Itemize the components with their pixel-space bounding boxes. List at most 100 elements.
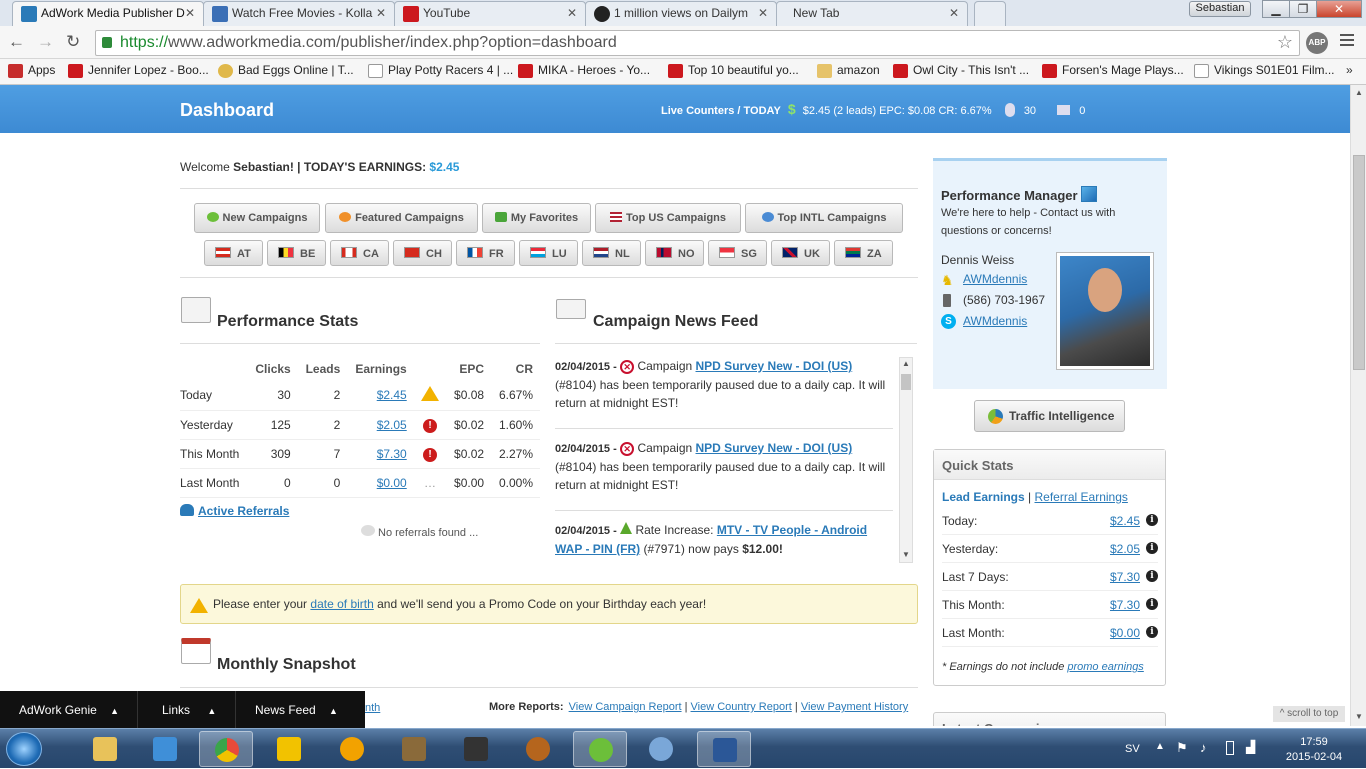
maximize-button[interactable]: ❐: [1289, 0, 1317, 18]
info-icon[interactable]: i: [1146, 542, 1158, 554]
tab-lead-earnings[interactable]: Lead Earnings: [942, 490, 1025, 504]
chrome-menu-icon[interactable]: [1340, 34, 1354, 46]
close-tab-icon[interactable]: ✕: [185, 6, 195, 20]
month-link[interactable]: nth: [365, 702, 380, 714]
top-intl-campaigns-button[interactable]: Top INTL Campaigns: [745, 203, 903, 233]
news-feed-tab[interactable]: News Feed ▲: [255, 703, 338, 717]
country-button-lu[interactable]: LU: [519, 240, 578, 266]
start-button[interactable]: [6, 732, 42, 766]
close-tab-icon[interactable]: ✕: [949, 6, 959, 20]
campaign-link[interactable]: NPD Survey New - DOI (US): [696, 359, 853, 373]
close-tab-icon[interactable]: ✕: [758, 6, 768, 20]
back-icon[interactable]: ←: [8, 32, 25, 52]
taskbar-chrome[interactable]: [199, 731, 253, 767]
more-bookmarks-icon[interactable]: »: [1346, 63, 1353, 77]
info-icon[interactable]: i: [1146, 514, 1158, 526]
scroll-to-top-button[interactable]: ^ scroll to top: [1273, 706, 1345, 722]
info-icon[interactable]: i: [1146, 626, 1158, 638]
show-hidden-icons-icon[interactable]: ▲: [1155, 741, 1165, 752]
earnings-link[interactable]: $0.00: [377, 476, 407, 490]
info-icon[interactable]: i: [1146, 570, 1158, 582]
taskbar-game[interactable]: [387, 731, 441, 767]
window-close-button[interactable]: ✕: [1316, 0, 1362, 18]
quick-stat-value[interactable]: $2.45: [1110, 514, 1140, 528]
scroll-down-icon[interactable]: ▼: [1355, 712, 1363, 721]
reload-icon[interactable]: ↻: [66, 32, 80, 52]
bookmark-item[interactable]: Play Potty Racers 4 | ...: [368, 63, 513, 81]
new-campaigns-button[interactable]: New Campaigns: [194, 203, 320, 233]
news-feed-scrollbar[interactable]: ▲ ▼: [899, 357, 913, 563]
browser-tab-dailymotion[interactable]: 1 million views on Dailym ✕: [585, 1, 777, 26]
promo-earnings-link[interactable]: promo earnings: [1067, 661, 1143, 673]
country-button-no[interactable]: NO: [645, 240, 704, 266]
scroll-thumb[interactable]: [1353, 155, 1365, 370]
country-button-fr[interactable]: FR: [456, 240, 515, 266]
taskbar-explorer[interactable]: [78, 731, 132, 767]
date-of-birth-link[interactable]: date of birth: [310, 597, 373, 611]
clock[interactable]: 17:59 2015-02-04: [1280, 735, 1348, 765]
scroll-up-icon[interactable]: ▲: [902, 359, 910, 368]
browser-tab-new[interactable]: New Tab ✕: [776, 1, 968, 26]
country-button-be[interactable]: BE: [267, 240, 326, 266]
quick-stat-value[interactable]: $0.00: [1110, 626, 1140, 640]
taskbar-media-player[interactable]: [138, 731, 192, 767]
battery-icon[interactable]: [1226, 741, 1234, 755]
country-button-nl[interactable]: NL: [582, 240, 641, 266]
language-indicator[interactable]: SV: [1125, 743, 1140, 755]
bookmark-item[interactable]: Vikings S01E01 Film...: [1194, 63, 1335, 81]
minimize-button[interactable]: ▁: [1262, 0, 1290, 18]
adblock-plus-icon[interactable]: ABP: [1306, 32, 1328, 54]
close-tab-icon[interactable]: ✕: [567, 6, 577, 20]
bookmark-item[interactable]: Bad Eggs Online | T...: [218, 63, 354, 81]
country-button-ch[interactable]: CH: [393, 240, 452, 266]
browser-tab-adworkmedia[interactable]: AdWork Media Publisher D ✕: [12, 1, 204, 26]
country-button-sg[interactable]: SG: [708, 240, 767, 266]
bookmark-apps[interactable]: Apps: [8, 63, 55, 81]
quick-stat-value[interactable]: $7.30: [1110, 598, 1140, 612]
my-favorites-button[interactable]: My Favorites: [482, 203, 591, 233]
browser-tab-movies[interactable]: Watch Free Movies - Kolla ✕: [203, 1, 395, 26]
view-country-report-link[interactable]: View Country Report: [691, 701, 792, 713]
quick-stat-value[interactable]: $2.05: [1110, 542, 1140, 556]
aim-link[interactable]: AWMdennis: [963, 272, 1027, 286]
forward-icon[interactable]: →: [37, 32, 54, 52]
news-feed-list[interactable]: 02/04/2015 - ✕ Campaign NPD Survey New -…: [555, 355, 913, 565]
bookmark-item[interactable]: Owl City - This Isn't ...: [893, 63, 1029, 81]
view-payment-history-link[interactable]: View Payment History: [801, 701, 908, 713]
earnings-link[interactable]: $2.45: [377, 388, 407, 402]
traffic-intelligence-button[interactable]: Traffic Intelligence: [974, 400, 1125, 432]
bookmark-item[interactable]: MIKA - Heroes - Yo...: [518, 63, 650, 81]
taskbar-audacity[interactable]: [325, 731, 379, 767]
network-icon[interactable]: ▟: [1246, 740, 1255, 754]
taskbar-utorrent[interactable]: [573, 731, 627, 767]
scroll-thumb[interactable]: [901, 374, 911, 390]
browser-tab-youtube[interactable]: YouTube ✕: [394, 1, 586, 26]
earnings-link[interactable]: $7.30: [377, 447, 407, 461]
address-bar[interactable]: https://www.adworkmedia.com/publisher/in…: [95, 30, 1300, 56]
country-button-za[interactable]: ZA: [834, 240, 893, 266]
quick-stat-value[interactable]: $7.30: [1110, 570, 1140, 584]
bookmark-item[interactable]: Forsen's Mage Plays...: [1042, 63, 1184, 81]
profile-button[interactable]: Sebastian: [1189, 1, 1251, 17]
country-button-uk[interactable]: UK: [771, 240, 830, 266]
top-us-campaigns-button[interactable]: Top US Campaigns: [595, 203, 741, 233]
new-tab-button[interactable]: [974, 1, 1006, 26]
taskbar-ie[interactable]: [262, 731, 316, 767]
taskbar-paint[interactable]: [634, 731, 688, 767]
bookmark-item[interactable]: Jennifer Lopez - Boo...: [68, 63, 209, 81]
bookmark-folder-amazon[interactable]: amazon: [817, 63, 880, 81]
earnings-link[interactable]: $2.05: [377, 418, 407, 432]
country-button-at[interactable]: AT: [204, 240, 263, 266]
skype-link[interactable]: AWMdennis: [963, 314, 1027, 328]
taskbar-squirrel[interactable]: [511, 731, 565, 767]
links-tab[interactable]: Links ▲: [162, 703, 216, 717]
volume-icon[interactable]: ♪: [1200, 740, 1207, 755]
page-scrollbar[interactable]: ▲ ▼: [1350, 85, 1366, 726]
bookmark-star-icon[interactable]: ☆: [1277, 32, 1293, 53]
bookmark-item[interactable]: Top 10 beautiful yo...: [668, 63, 799, 81]
adwork-genie-tab[interactable]: AdWork Genie ▲: [19, 703, 119, 717]
active-referrals-link[interactable]: Active Referrals: [198, 504, 289, 518]
taskbar-dti[interactable]: [449, 731, 503, 767]
info-icon[interactable]: i: [1146, 598, 1158, 610]
flag-icon[interactable]: ⚑: [1176, 740, 1188, 756]
